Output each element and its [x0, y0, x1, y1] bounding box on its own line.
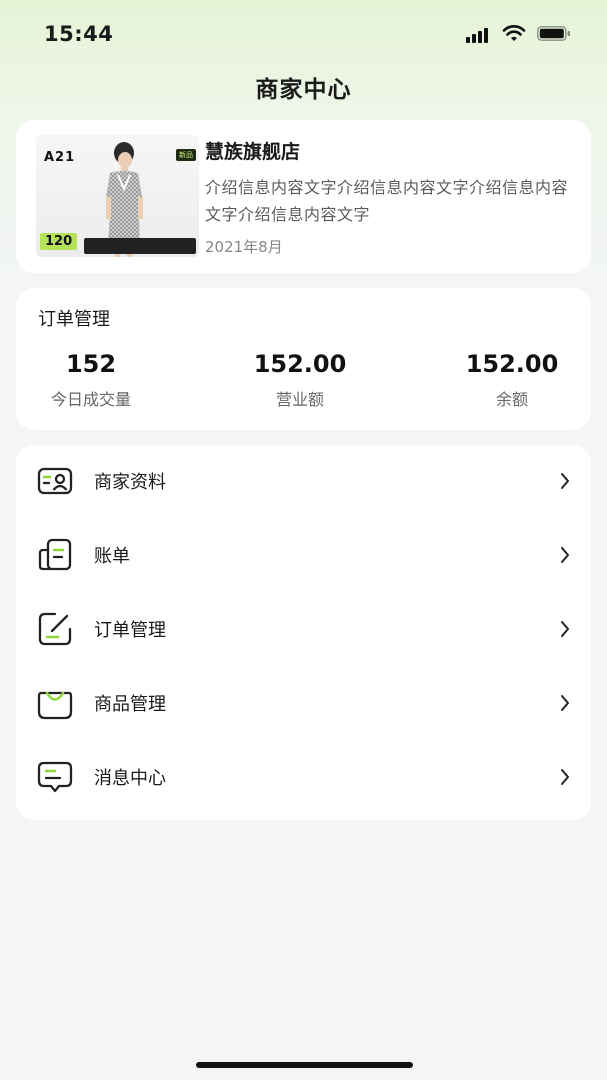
stat-today-volume[interactable]: 152 今日成交量	[38, 350, 144, 410]
chevron-right-icon	[561, 473, 569, 489]
menu-item-label: 订单管理	[94, 620, 166, 641]
menu-item-label: 消息中心	[94, 768, 166, 789]
menu-item-label: 商家资料	[94, 472, 166, 493]
chevron-right-icon	[561, 769, 569, 785]
store-date: 2021年8月	[205, 238, 283, 256]
merchant-profile-icon	[37, 467, 73, 495]
store-description: 介绍信息内容文字介绍信息内容文字介绍信息内容文字介绍信息内容文字	[205, 178, 569, 224]
stat-balance[interactable]: 152.00 余额	[452, 350, 572, 410]
chevron-right-icon	[561, 621, 569, 637]
status-time: 15:44	[44, 22, 114, 46]
bill-icon	[38, 538, 72, 571]
menu-item-order-management[interactable]: 订单管理	[16, 592, 591, 666]
stat-label: 营业额	[275, 390, 324, 409]
thumbnail-price: 120	[40, 233, 78, 250]
thumbnail-badge: 新品	[176, 149, 196, 161]
cellular-signal-icon	[466, 27, 492, 43]
thumbnail-size-strip	[84, 238, 196, 254]
stat-value: 152.00	[253, 350, 347, 378]
menu-item-bill[interactable]: 账单	[16, 518, 591, 592]
chevron-right-icon	[561, 695, 569, 711]
wifi-icon	[502, 25, 526, 41]
chevron-right-icon	[561, 547, 569, 563]
menu-item-product-management[interactable]: 商品管理	[16, 666, 591, 740]
home-indicator[interactable]	[196, 1062, 413, 1068]
thumbnail-brand: A21	[44, 150, 76, 165]
order-edit-icon	[38, 612, 72, 646]
menu-item-message-center[interactable]: 消息中心	[16, 740, 591, 814]
stat-revenue[interactable]: 152.00 营业额	[240, 350, 360, 410]
status-bar: 15:44	[0, 0, 607, 64]
stat-label: 余额	[495, 390, 528, 409]
menu-item-label: 商品管理	[94, 694, 166, 715]
message-icon	[37, 761, 73, 793]
store-thumbnail[interactable]: A21 新品 120	[36, 135, 199, 257]
battery-icon	[537, 26, 570, 41]
shopping-bag-icon	[37, 691, 73, 720]
page-title: 商家中心	[255, 77, 352, 103]
order-section-title: 订单管理	[38, 309, 110, 330]
stat-value: 152.00	[465, 350, 559, 378]
stat-value: 152	[65, 350, 117, 378]
menu-item-merchant-profile[interactable]: 商家资料	[16, 444, 591, 518]
stat-label: 今日成交量	[50, 390, 131, 409]
menu-item-label: 账单	[94, 546, 130, 567]
store-name: 慧族旗舰店	[205, 141, 301, 163]
